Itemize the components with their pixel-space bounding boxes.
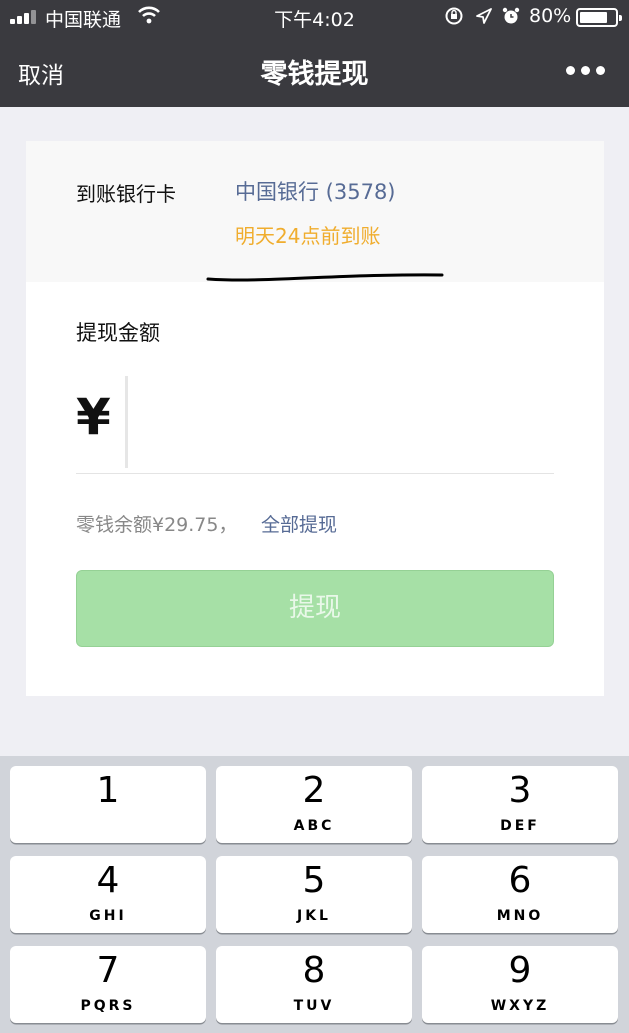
key-number: 1 (96, 770, 120, 811)
withdraw-button[interactable]: 提现 (76, 570, 554, 647)
key-letters: JKL (297, 908, 331, 924)
alarm-icon (502, 7, 520, 24)
location-icon (476, 8, 492, 24)
more-dots-icon[interactable] (566, 64, 606, 78)
cancel-button[interactable]: 取消 (18, 56, 64, 90)
battery-icon (576, 8, 622, 27)
amount-divider (76, 473, 554, 474)
key-number: 2 (302, 770, 326, 811)
key-number: 4 (96, 860, 120, 901)
key-5[interactable]: 5 JKL (216, 856, 412, 933)
key-1[interactable]: 1 (10, 766, 206, 843)
key-number: 5 (302, 860, 326, 901)
key-number: 8 (302, 950, 326, 991)
key-8[interactable]: 8 TUV (216, 946, 412, 1023)
status-icons (445, 7, 520, 25)
handwritten-underline (206, 273, 444, 282)
key-6[interactable]: 6 MNO (422, 856, 618, 933)
key-3[interactable]: 3 DEF (422, 766, 618, 843)
withdraw-all-link[interactable]: 全部提现 (261, 510, 337, 537)
key-letters: DEF (500, 818, 540, 834)
key-letters: PQRS (80, 998, 136, 1014)
currency-symbol: ¥ (76, 388, 111, 446)
key-9[interactable]: 9 WXYZ (422, 946, 618, 1023)
arrival-time-note: 明天24点前到账 (235, 224, 381, 248)
key-letters: GHI (89, 908, 127, 924)
battery-percentage: 80% (529, 5, 572, 27)
page-title: 零钱提现 (260, 59, 369, 90)
status-bar: 中国联通 下午4:02 80% (0, 0, 629, 34)
screen: 中国联通 下午4:02 80% 取消 零钱提现 到账银行卡 中国银行 (3578… (0, 0, 629, 1033)
bank-card-label: 到账银行卡 (76, 182, 176, 206)
withdraw-card: 到账银行卡 中国银行 (3578) 明天24点前到账 提现金额 ¥ 零钱余额¥2… (26, 141, 604, 696)
key-letters: TUV (293, 998, 335, 1014)
key-number: 7 (96, 950, 120, 991)
bank-card-selector[interactable]: 中国银行 (3578) (235, 176, 396, 206)
key-number: 9 (508, 950, 532, 991)
bank-card-section: 到账银行卡 中国银行 (3578) 明天24点前到账 (26, 141, 604, 282)
amount-label: 提现金额 (76, 321, 160, 345)
top-bar: 中国联通 下午4:02 80% 取消 零钱提现 (0, 0, 629, 107)
orientation-lock-icon (445, 7, 463, 25)
key-letters: ABC (293, 818, 335, 834)
key-letters: MNO (496, 908, 544, 924)
key-letters: WXYZ (490, 998, 550, 1014)
navigation-bar: 取消 零钱提现 (0, 34, 629, 107)
key-number: 3 (508, 770, 532, 811)
input-cursor (125, 376, 128, 468)
key-4[interactable]: 4 GHI (10, 856, 206, 933)
balance-text: 零钱余额¥29.75， (76, 514, 238, 536)
key-7[interactable]: 7 PQRS (10, 946, 206, 1023)
key-number: 6 (508, 860, 532, 901)
numeric-keypad: 1 2 ABC 3 DEF 4 GHI 5 JKL 6 MNO 7 PQRS 8 TUV 9 WXYZ (0, 756, 629, 1033)
amount-input[interactable] (136, 381, 552, 461)
key-2[interactable]: 2 ABC (216, 766, 412, 843)
